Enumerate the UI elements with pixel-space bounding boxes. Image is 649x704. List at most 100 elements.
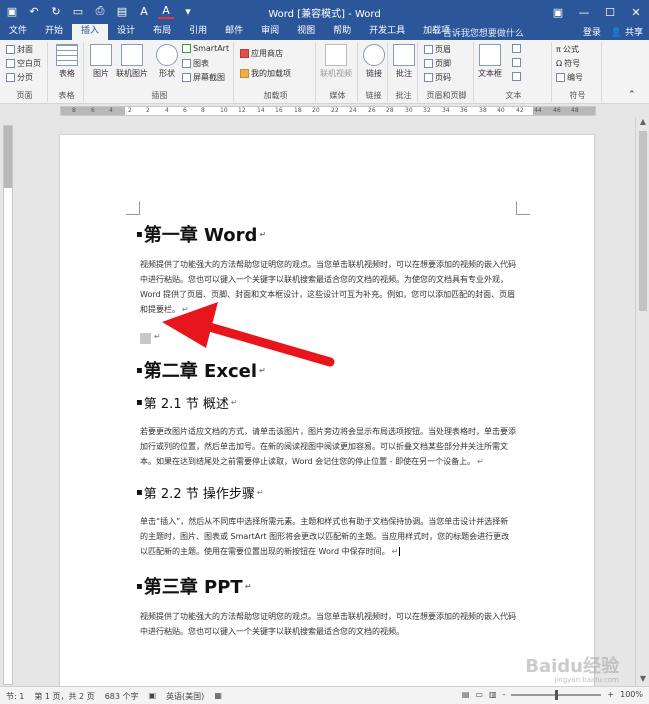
screenshot-icon — [182, 73, 191, 82]
zoom-level[interactable]: 100% — [620, 690, 643, 699]
tab-design[interactable]: 设计 — [108, 24, 144, 40]
close-icon[interactable]: ✕ — [623, 0, 649, 24]
tab-help[interactable]: 帮助 — [324, 24, 360, 40]
horizontal-ruler[interactable]: 8 6 4 2 2 4 6 8 10 12 14 16 18 20 22 24 26 28 30 32 34 36 38 40… — [0, 105, 649, 117]
proofing-icon[interactable]: ▣ — [149, 691, 157, 702]
textbox-button[interactable]: 文本框 — [478, 44, 502, 79]
links-button[interactable]: 链接 — [363, 44, 385, 79]
tab-home[interactable]: 开始 — [36, 24, 72, 40]
ruler-number: 6 — [91, 107, 95, 114]
document-page[interactable]: ▪ 第一章 Word ↵ 视频提供了功能强大的方法帮助您证明您的观点。当您单击联机视… — [60, 135, 594, 686]
print-layout-icon[interactable]: ▭ — [475, 690, 483, 699]
online-pictures-button[interactable]: 联机图片 — [116, 44, 148, 79]
ruler-number: 12 — [238, 107, 246, 114]
paragraph-1-text: 视频提供了功能强大的方法帮助您证明您的观点。当您单击联机视频时，可以在想要添加的… — [140, 260, 516, 314]
ruler-number: 16 — [275, 107, 283, 114]
group-pages-label: 页面 — [16, 91, 33, 100]
table-button[interactable]: 表格 — [56, 44, 78, 79]
ruler-number: 34 — [442, 107, 450, 114]
group-symbols-label: 符号 — [569, 91, 586, 100]
paragraph-3[interactable]: 单击“插入”，然后从不同库中选择所需元素。主题和样式也有助于文档保持协调。当您单… — [140, 514, 516, 559]
header-button[interactable]: 页眉 — [424, 44, 451, 55]
page-break-button[interactable]: 分页 — [6, 72, 33, 83]
page-number-button[interactable]: 页码 — [424, 72, 451, 83]
blank-page-button[interactable]: 空白页 — [6, 58, 41, 69]
quick-parts-icon[interactable] — [512, 44, 521, 53]
screenshot-button[interactable]: 屏幕截图 — [182, 72, 225, 83]
tab-file[interactable]: 文件 — [0, 24, 36, 40]
collapse-ribbon-icon[interactable]: ⌃ — [628, 90, 636, 100]
crop-mark-top-left — [126, 201, 140, 215]
tab-insert[interactable]: 插入 — [72, 24, 109, 40]
heading-chapter-2[interactable]: ▪ 第二章 Excel ↵ — [136, 357, 516, 383]
cover-page-button[interactable]: 封面 — [6, 44, 33, 55]
tab-developer[interactable]: 开发工具 — [360, 24, 414, 40]
zoom-in-button[interactable]: + — [607, 690, 614, 699]
maximize-icon[interactable]: ☐ — [597, 0, 623, 24]
paragraph-2[interactable]: 若要更改图片适应文档的方式，请单击该图片，图片旁边将会显示布局选项按钮。当处理表… — [140, 424, 516, 469]
tab-layout[interactable]: 布局 — [144, 24, 180, 40]
tab-references[interactable]: 引用 — [180, 24, 216, 40]
ribbon-display-icon[interactable]: ▣ — [545, 0, 571, 24]
status-language[interactable]: 英语(美国) — [166, 691, 204, 702]
paragraph-3-text: 单击“插入”，然后从不同库中选择所需元素。主题和样式也有助于文档保持协调。当您单… — [140, 517, 510, 556]
group-links-label: 链接 — [365, 91, 382, 100]
links-label: 链接 — [366, 69, 382, 78]
zoom-slider-knob[interactable] — [555, 689, 559, 700]
scrollbar-thumb[interactable] — [639, 131, 647, 311]
pictures-label: 图片 — [93, 69, 109, 78]
ruler-number: 44 — [534, 107, 542, 114]
status-words[interactable]: 683 个字 — [105, 691, 139, 702]
paragraph-1[interactable]: 视频提供了功能强大的方法帮助您证明您的观点。当您单击联机视频时，可以在想要添加的… — [140, 257, 516, 317]
my-addins-button[interactable]: 我的加载项 — [240, 68, 291, 79]
vertical-scrollbar[interactable]: ▲ ▼ — [635, 117, 649, 686]
tab-mailings[interactable]: 邮件 — [216, 24, 252, 40]
heading-section-2-2[interactable]: ▪ 第 2.2 节 操作步骤 ↵ — [136, 483, 516, 502]
store-button[interactable]: 应用商店 — [240, 48, 283, 59]
heading-section-2-1[interactable]: ▪ 第 2.1 节 概述 ↵ — [136, 393, 516, 412]
online-video-icon — [325, 44, 347, 66]
cover-page-label: 封面 — [17, 45, 33, 54]
status-section[interactable]: 节: 1 — [6, 691, 24, 702]
scroll-down-icon[interactable]: ▼ — [636, 674, 649, 686]
top-margin-area — [4, 126, 12, 188]
read-mode-icon[interactable]: ▤ — [462, 690, 470, 699]
tab-review[interactable]: 审阅 — [252, 24, 288, 40]
web-layout-icon[interactable]: ▥ — [489, 690, 497, 699]
ruler-bar: 8 6 4 2 2 4 6 8 10 12 14 16 18 20 22 24 26 28 30 32 34 36 38 40… — [60, 106, 596, 116]
footer-button[interactable]: 页脚 — [424, 58, 451, 69]
tab-view[interactable]: 视图 — [288, 24, 324, 40]
login-link[interactable]: 登录 — [583, 25, 601, 38]
document-content[interactable]: ▪ 第一章 Word ↵ 视频提供了功能强大的方法帮助您证明您的观点。当您单击联机视… — [136, 221, 516, 653]
tell-me-box[interactable]: ◌ 告诉我您想要做什么 — [432, 26, 524, 39]
comment-label: 批注 — [396, 69, 412, 78]
shapes-button[interactable]: 形状 — [156, 44, 178, 79]
document-area[interactable]: ▪ 第一章 Word ↵ 视频提供了功能强大的方法帮助您证明您的观点。当您单击联机视… — [16, 117, 634, 686]
zoom-slider[interactable] — [511, 689, 602, 700]
paragraph-4[interactable]: 视频提供了功能强大的方法帮助您证明您的观点。当您单击联机视频时，可以在想要添加的… — [140, 609, 516, 639]
empty-paragraph[interactable]: ↵ — [140, 331, 516, 345]
paragraph-4-text: 视频提供了功能强大的方法帮助您证明您的观点。当您单击联机视频时，可以在想要添加的… — [140, 612, 516, 636]
wordart-icon[interactable] — [512, 58, 521, 67]
group-media: 联机视频 媒体 — [318, 42, 358, 102]
ruler-number: 26 — [368, 107, 376, 114]
symbol-button[interactable]: Ω 符号 — [556, 58, 580, 69]
vertical-ruler[interactable] — [3, 125, 13, 685]
dropcap-icon[interactable] — [512, 72, 521, 81]
equation-button[interactable]: π 公式 — [556, 44, 579, 55]
zoom-out-button[interactable]: - — [503, 690, 506, 699]
chart-button[interactable]: 图表 — [182, 58, 209, 69]
share-button[interactable]: 👤 共享 — [611, 25, 643, 38]
scroll-up-icon[interactable]: ▲ — [636, 117, 649, 129]
heading-chapter-3-text: 第三章 PPT — [143, 577, 243, 598]
smartart-button[interactable]: SmartArt — [182, 44, 229, 53]
heading-chapter-1[interactable]: ▪ 第一章 Word ↵ — [136, 221, 516, 247]
online-video-button[interactable]: 联机视频 — [320, 44, 352, 79]
status-page[interactable]: 第 1 页，共 2 页 — [34, 691, 94, 702]
macro-icon[interactable]: ▦ — [214, 691, 222, 702]
comment-button[interactable]: 批注 — [393, 44, 415, 79]
heading-chapter-3[interactable]: ▪ 第三章 PPT ↵ — [136, 573, 516, 599]
pictures-button[interactable]: 图片 — [90, 44, 112, 79]
number-button[interactable]: 编号 — [556, 72, 583, 83]
minimize-icon[interactable]: — — [571, 0, 597, 24]
